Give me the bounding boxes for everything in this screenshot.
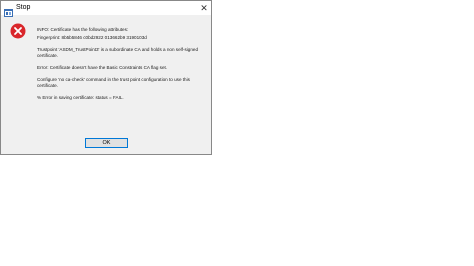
app-icon (4, 4, 13, 17)
message-text: INFO: Certificate has the following attr… (37, 27, 207, 107)
dialog-footer: OK (1, 130, 211, 154)
ok-button[interactable]: OK (85, 138, 128, 148)
error-icon (10, 23, 26, 39)
message-line: Fingerprint: 8b5b5846 c0bd2922 013662b9 … (37, 35, 147, 40)
close-icon[interactable]: ✕ (197, 1, 211, 15)
message-line: Trustpoint 'ASDM_TrustPoint3' is a subor… (37, 47, 199, 58)
message-line: INFO: Certificate has the following attr… (37, 27, 129, 32)
title-bar[interactable]: Stop ✕ (1, 1, 211, 17)
message-line: % Error in saving certificate: status = … (37, 95, 124, 100)
message-line: Error: Certificate doesn't have the Basi… (37, 65, 168, 70)
message-line: Configure 'no ca-check' command in the t… (37, 77, 190, 88)
stop-dialog: Stop ✕ INFO: Certificate has the followi… (0, 0, 212, 155)
window-title: Stop (16, 4, 31, 11)
